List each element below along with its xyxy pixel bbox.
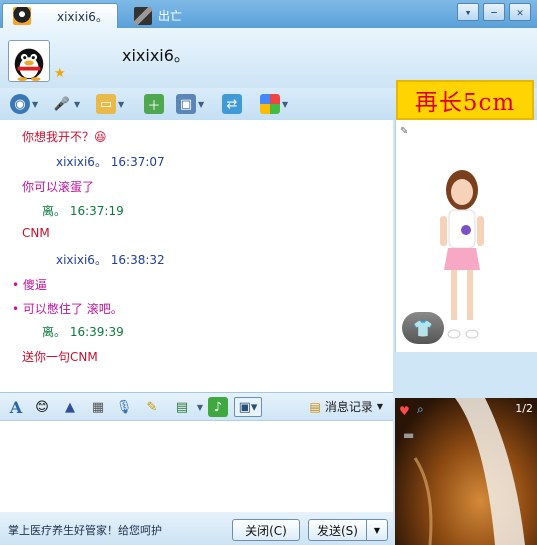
image-icon[interactable]: ▤ [172,397,192,417]
menu-button[interactable]: ▾ [457,3,479,21]
chat-header: ★ xixixi6。 [0,28,537,88]
message-text: • 傻逼 [12,278,47,292]
send-options-button[interactable]: ▼ [366,519,388,541]
video-call-button[interactable]: ◉ ▼ [10,92,38,116]
monitor-icon: ▣ [176,94,196,114]
chat-history[interactable]: 你想我开不？😆 xixixi6。 16:37:07 你可以滚蛋了 离。 16:3… [0,120,393,392]
message-input[interactable] [0,420,393,512]
contact-avatar[interactable] [8,40,50,82]
chevron-down-icon[interactable]: ▼ [190,397,210,417]
star-icon: ★ [54,66,66,81]
message-meta: 离。 16:37:19 [42,204,124,218]
change-outfit-button[interactable]: 👕 [402,312,444,344]
qq-show-panel: ✎ 👕 [395,120,537,352]
message-meta: 离。 16:39:39 [42,325,124,339]
send-button[interactable]: 发送(S) [308,519,366,541]
chevron-down-icon: ▼ [376,402,383,411]
message-text: 你可以滚蛋了 [22,180,95,194]
show-badge-icon: ✎ [400,126,409,137]
chevron-down-icon: ▼ [198,99,205,109]
close-button[interactable]: ✕ [509,3,531,21]
video-frame [413,398,525,545]
voice-message-icon[interactable]: 🎙 [114,397,134,417]
qq-penguin-icon [14,48,44,81]
message-text: CNM [22,226,50,240]
tab-label: 出亡 [158,9,183,23]
message-meta: xixixi6。 16:37:07 [56,155,165,169]
ad-text: 再长5cm [414,90,516,116]
note-icon[interactable]: ✎ [142,397,162,417]
message-meta: xixixi6。 16:38:32 [56,253,165,267]
music-icon[interactable]: ♪ [208,397,228,417]
avatar-icon [134,6,152,25]
contact-name: xixixi6。 [122,46,190,65]
window-controls: ▾ − ✕ [457,3,531,21]
close-chat-button[interactable]: 关闭(C) [232,519,300,541]
chevron-down-icon: ▼ [74,99,81,109]
message-text: • 可以憋住了 滚吧。 [12,302,123,316]
emoji-icon[interactable]: 😊 [32,397,52,417]
sms-button[interactable]: ＋ [144,92,164,116]
history-icon: ▤ [309,399,321,414]
font-icon[interactable]: A [6,397,26,417]
format-toolbar: A 😊 ▲ ▦ 🎙 ✎ ▤ ▼ ♪ ▣▾ ▤ 消息记录 ▼ [0,392,393,420]
message-text: 送你一句CNM [22,350,98,364]
microphone-icon: 🎤 [53,96,71,112]
apps-button[interactable]: ▼ [260,92,288,116]
minimize-button[interactable]: − [483,3,505,21]
message-history-button[interactable]: ▤ 消息记录 ▼ [309,398,383,415]
send-file-button[interactable]: ▭ ▼ [96,92,124,116]
tab-bar: xixixi6。 出亡 ▾ − ✕ [0,0,537,28]
ad-banner[interactable]: 再长5cm [396,80,534,120]
screen-share-icon: ⇄ [222,94,242,114]
qq-penguin-icon [13,7,31,25]
folder-icon: ▭ [96,94,116,114]
film-icon[interactable]: ▦ [88,397,108,417]
magic-icon[interactable]: ▲ [60,397,80,417]
tab-chuwang[interactable]: 出亡 [124,3,214,28]
tab-label: xixixi6。 [57,9,108,24]
chevron-down-icon: ▼ [282,99,289,109]
share-screen-button[interactable]: ⇄ [222,92,242,116]
chevron-down-icon: ▼ [118,99,125,109]
bottom-bar: 掌上医疗养生好管家！给您呵护 关闭(C) 发送(S) ▼ [0,512,393,545]
remote-assist-button[interactable]: ▣ ▼ [176,92,204,116]
history-label: 消息记录 [324,400,373,414]
message-text: 你想我开不？😆 [22,130,107,144]
message-add-icon: ＋ [144,94,164,114]
tab-xixixi6[interactable]: xixixi6。 [2,3,118,28]
video-panel[interactable]: ♥ ⌕ ▬ 1/2 [395,398,537,545]
apps-grid-icon [260,94,280,114]
shirt-icon: 👕 [413,318,433,338]
promo-link[interactable]: 掌上医疗养生好管家！给您呵护 [8,522,162,538]
screenshot-button[interactable]: ▣▾ [234,397,262,417]
voice-call-button[interactable]: 🎤 ▼ [52,92,80,116]
webcam-icon: ◉ [10,94,30,114]
chevron-down-icon: ▼ [32,99,39,109]
